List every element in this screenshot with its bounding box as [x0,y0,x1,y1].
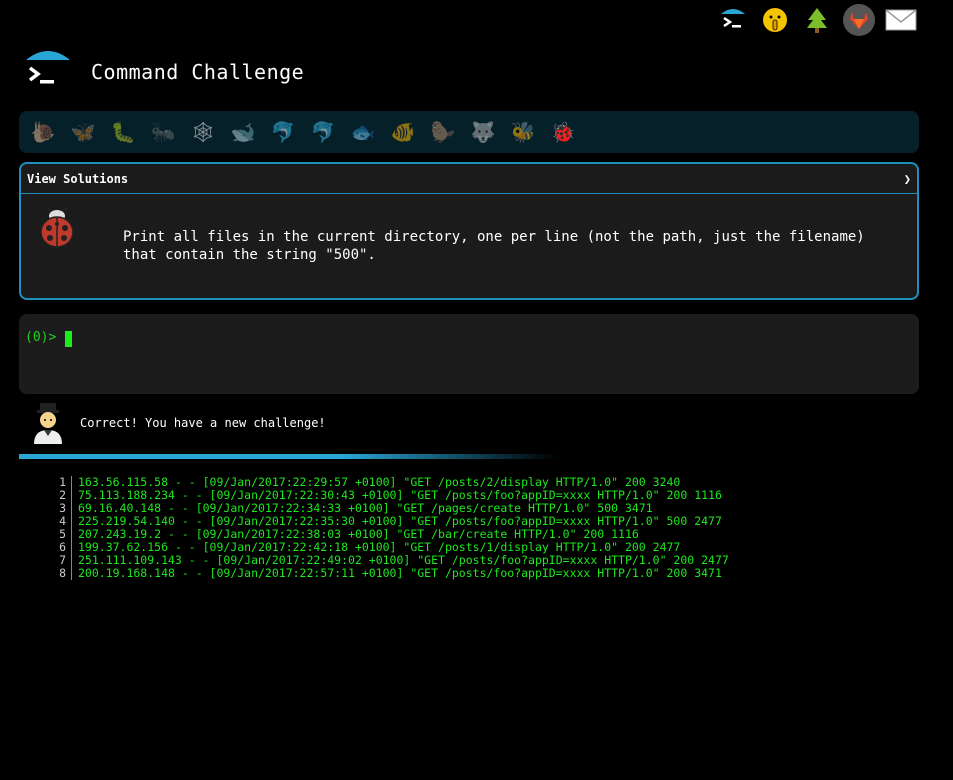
shushing-face-icon[interactable] [759,4,791,36]
spider-web-icon[interactable]: 🕸 [187,116,219,148]
terminal-icon[interactable] [717,4,749,36]
whale-icon[interactable]: 🐋 [227,116,259,148]
command-challenge-logo-icon[interactable] [24,48,72,96]
bee-icon[interactable]: 🐝 [507,116,539,148]
challenge-text-line-1: Print all files in the current directory… [123,229,865,245]
challenge-text-line-2: that contain the string "500". [123,247,376,263]
output-line: 8 200.19.168.148 - - [09/Jan/2017:22:57:1… [50,567,729,580]
ladybug-icon[interactable]: 🐞 [547,116,579,148]
person-icon [34,403,62,444]
result-text: Correct! You have a new challenge! [80,416,326,430]
line-number: 8 [50,567,72,580]
wolf-icon[interactable]: 🐺 [467,116,499,148]
top-icon-bar [717,4,917,36]
ladybug-icon [37,206,77,250]
line-text: 200.19.168.148 - - [09/Jan/2017:22:57:11… [78,566,722,580]
caterpillar-icon[interactable]: 🐛 [107,116,139,148]
snail-icon[interactable]: 🐌 [27,116,59,148]
challenge-description: Print all files in the current directory… [123,228,865,264]
gitlab-icon[interactable] [843,4,875,36]
dolphin-icon[interactable]: 🐬 [267,116,299,148]
challenge-panel: View Solutions ❯ Print all files in the … [19,162,919,300]
page-title: Command Challenge [91,60,305,84]
tropical-fish-icon[interactable]: 🐠 [387,116,419,148]
chevron-right-icon[interactable]: ❯ [904,172,911,186]
terminal-input[interactable]: (0)> [19,314,919,394]
ant-icon[interactable]: 🐜 [147,116,179,148]
view-solutions-toggle[interactable]: View Solutions ❯ [21,164,917,194]
fish-icon[interactable]: 🐟 [347,116,379,148]
result-message: Correct! You have a new challenge! [30,402,326,444]
tree-icon[interactable] [801,4,833,36]
result-divider [19,454,559,459]
brand: Command Challenge [24,48,304,96]
view-solutions-label[interactable]: View Solutions [27,172,128,186]
mail-icon[interactable] [885,4,917,36]
terminal-cursor [65,331,72,347]
beaver-icon[interactable]: 🦫 [427,116,459,148]
terminal-prompt: (0)> [25,330,57,345]
butterfly-icon[interactable]: 🦋 [67,116,99,148]
command-output: 1 163.56.115.58 - - [09/Jan/2017:22:29:57… [50,476,729,580]
animal-progress-bar: 🐌 🦋 🐛 🐜 🕸 🐋 🐬 🐬 🐟 🐠 🦫 🐺 🐝 🐞 [19,111,919,153]
dolphin-2-icon[interactable]: 🐬 [307,116,339,148]
